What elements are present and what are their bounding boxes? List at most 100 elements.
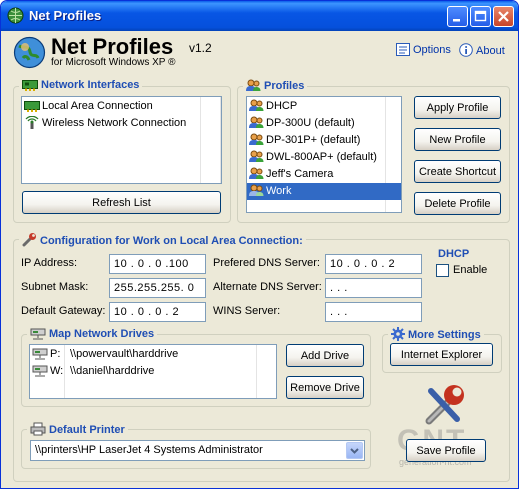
network-interfaces-title: Network Interfaces	[19, 79, 143, 91]
profile-icon	[249, 116, 264, 128]
wrench-icon	[22, 233, 36, 247]
network-interfaces-label: Network Interfaces	[41, 79, 140, 91]
network-card-icon	[22, 80, 38, 91]
tools-icon	[425, 385, 464, 425]
more-settings-title: More Settings	[388, 327, 484, 341]
maximize-button[interactable]	[470, 6, 491, 27]
about-link[interactable]: About	[459, 43, 505, 57]
profiles-label: Profiles	[264, 80, 305, 92]
globe-logo-icon	[13, 36, 46, 69]
drive-letter: W:	[50, 365, 64, 377]
profile-icon	[249, 167, 264, 179]
net-profiles-icon	[7, 7, 24, 24]
new-profile-button[interactable]: New Profile	[414, 128, 501, 151]
subnet-mask-label: Subnet Mask:	[21, 281, 89, 293]
interfaces-list[interactable]: Local Area Connection Wireless Network C…	[21, 96, 222, 184]
interface-item-local-area[interactable]: Local Area Connection	[22, 98, 221, 115]
profiles-icon	[246, 79, 261, 91]
profile-label: DP-300U (default)	[266, 117, 355, 129]
app-version: v1.2	[189, 41, 212, 55]
profile-item-jeffs-camera[interactable]: Jeff's Camera	[247, 166, 401, 183]
about-label: About	[476, 45, 505, 57]
profile-label: Jeff's Camera	[266, 168, 334, 180]
default-printer-value: \\printers\HP LaserJet 4 Systems Adminis…	[35, 444, 263, 456]
app-window: Net Profiles Net Profiles v1.2 for Micro…	[0, 0, 519, 489]
drive-path: \\powervault\harddrive	[70, 348, 179, 360]
more-settings-label: More Settings	[408, 329, 481, 341]
profile-item-work[interactable]: Work	[247, 183, 401, 200]
title-bar[interactable]: Net Profiles	[1, 1, 518, 31]
remove-drive-button[interactable]: Remove Drive	[286, 376, 364, 399]
profile-item-dp-301p[interactable]: DP-301P+ (default)	[247, 132, 401, 149]
printer-icon	[30, 422, 46, 436]
refresh-list-button[interactable]: Refresh List	[22, 191, 221, 214]
app-subtitle: for Microsoft Windows XP ®	[51, 57, 176, 68]
chevron-down-icon	[350, 448, 359, 454]
network-drive-icon	[30, 328, 46, 340]
minimize-button[interactable]	[447, 6, 468, 27]
profile-item-dhcp[interactable]: DHCP	[247, 98, 401, 115]
map-network-drives-title: Map Network Drives	[27, 327, 158, 340]
drive-item-p[interactable]: P: \\powervault\harddrive	[30, 346, 276, 363]
about-icon	[459, 43, 473, 57]
profile-item-dwl-800ap[interactable]: DWL-800AP+ (default)	[247, 149, 401, 166]
default-printer-label: Default Printer	[49, 424, 125, 436]
profile-label: DHCP	[266, 100, 298, 112]
save-profile-button[interactable]: Save Profile	[406, 439, 486, 462]
options-link[interactable]: Options	[396, 43, 451, 56]
profile-icon	[249, 150, 264, 162]
profiles-list[interactable]: DHCP DP-300U (default) DP-301P+ (default…	[246, 96, 402, 213]
interface-label: Wireless Network Connection	[42, 117, 187, 129]
ip-address-field[interactable]: 10 . 0 . 0 .100	[109, 254, 206, 274]
drive-path: \\daniel\harddrive	[70, 365, 155, 377]
profile-icon	[249, 99, 264, 111]
profile-icon	[249, 133, 264, 145]
wireless-network-icon	[25, 116, 39, 129]
network-drives-list[interactable]: P: \\powervault\harddrive W: \\daniel\ha…	[29, 344, 277, 399]
default-printer-dropdown[interactable]: \\printers\HP LaserJet 4 Systems Adminis…	[30, 440, 365, 461]
configuration-label: Configuration for Work on Local Area Con…	[40, 235, 303, 247]
default-gateway-field[interactable]: 10 . 0 . 0 . 2	[109, 302, 206, 322]
wired-network-icon	[24, 101, 40, 112]
interface-item-wireless[interactable]: Wireless Network Connection	[22, 115, 221, 132]
drive-letter: P:	[50, 348, 61, 360]
maximize-icon	[474, 10, 487, 22]
configuration-title: Configuration for Work on Local Area Con…	[19, 232, 306, 247]
profile-item-dp-300u[interactable]: DP-300U (default)	[247, 115, 401, 132]
drive-item-w[interactable]: W: \\daniel\harddrive	[30, 363, 276, 380]
default-gateway-label: Default Gateway:	[21, 305, 106, 317]
close-button[interactable]	[493, 6, 514, 27]
subnet-mask-field[interactable]: 255.255.255. 0	[109, 278, 206, 298]
profile-label: DP-301P+ (default)	[266, 134, 361, 146]
add-drive-button[interactable]: Add Drive	[286, 344, 364, 367]
interface-label: Local Area Connection	[42, 100, 153, 112]
minimize-icon	[453, 19, 460, 22]
delete-profile-button[interactable]: Delete Profile	[414, 192, 501, 215]
preferred-dns-label: Prefered DNS Server:	[213, 257, 320, 269]
profile-label: DWL-800AP+ (default)	[266, 151, 377, 163]
profile-icon	[249, 184, 264, 196]
window-title: Net Profiles	[29, 8, 102, 23]
dhcp-heading: DHCP	[438, 248, 470, 260]
alternate-dns-label: Alternate DNS Server:	[213, 281, 322, 293]
close-icon	[498, 11, 509, 22]
network-drive-icon	[32, 365, 48, 377]
dropdown-button[interactable]	[346, 442, 363, 459]
profile-label: Work	[266, 185, 292, 197]
ip-address-label: IP Address:	[21, 257, 78, 269]
network-drive-icon	[32, 348, 48, 360]
wins-server-field[interactable]: . . .	[325, 302, 422, 322]
wins-server-label: WINS Server:	[213, 305, 281, 317]
create-shortcut-button[interactable]: Create Shortcut	[414, 160, 501, 183]
gear-icon	[391, 327, 405, 341]
preferred-dns-field[interactable]: 10 . 0 . 0 . 2	[325, 254, 422, 274]
dhcp-enable-label: Enable	[453, 264, 488, 276]
alternate-dns-field[interactable]: . . .	[325, 278, 422, 298]
profiles-title: Profiles	[243, 79, 308, 92]
apply-profile-button[interactable]: Apply Profile	[414, 96, 501, 119]
internet-explorer-button[interactable]: Internet Explorer	[390, 343, 493, 366]
dhcp-enable-checkbox[interactable]	[436, 264, 449, 277]
options-icon	[396, 43, 410, 56]
map-network-drives-label: Map Network Drives	[49, 328, 155, 340]
options-label: Options	[413, 44, 451, 56]
